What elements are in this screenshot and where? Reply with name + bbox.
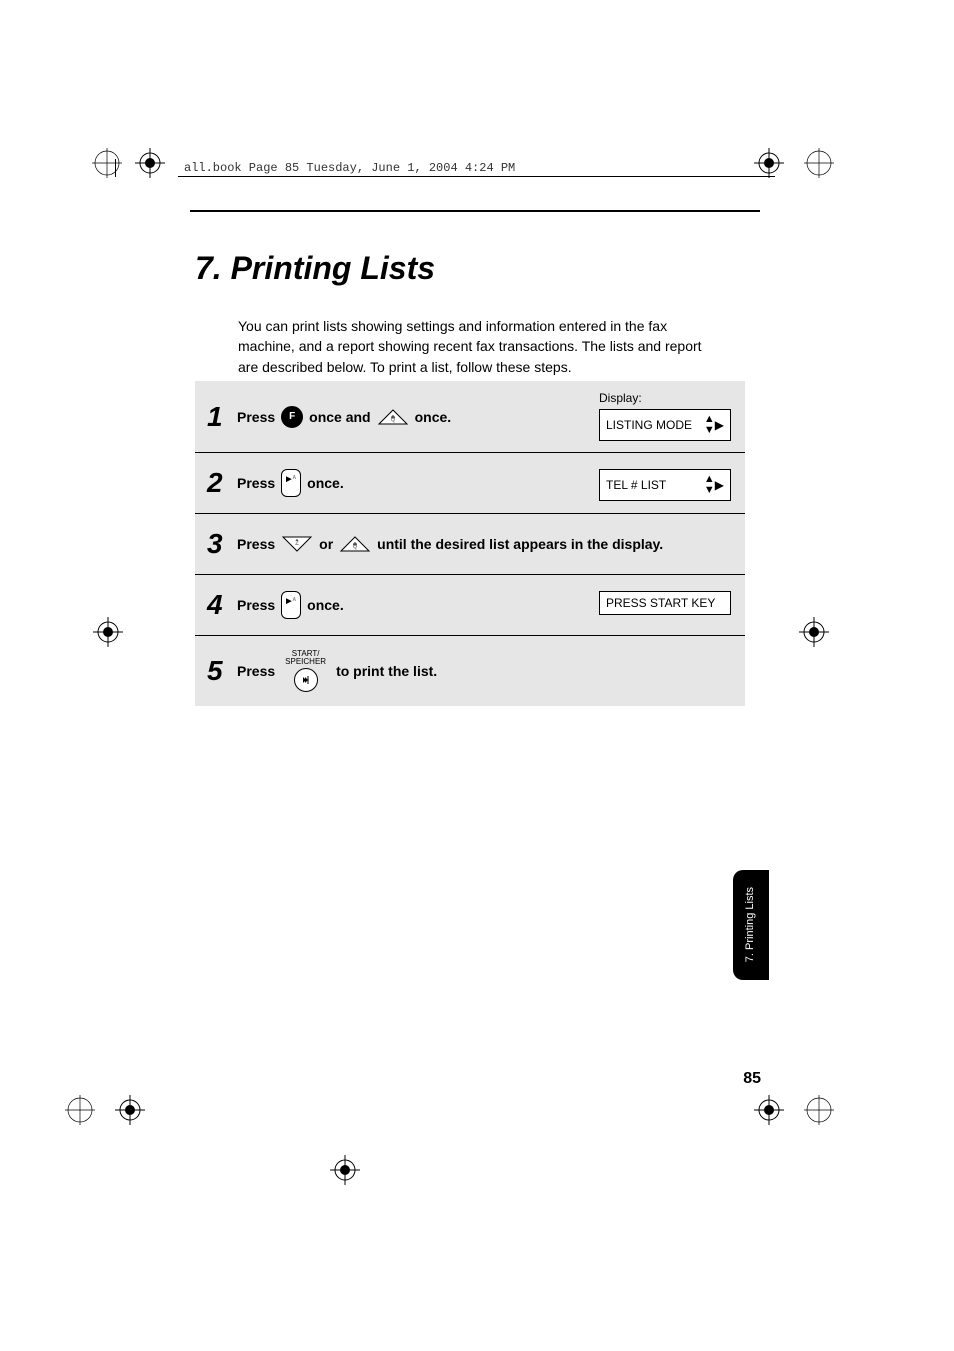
step-text: Press <box>237 409 275 425</box>
crop-mark-mid-left <box>93 617 123 647</box>
crop-mark-bot-center <box>330 1155 360 1185</box>
header-breadcrumb: all.book Page 85 Tuesday, June 1, 2004 4… <box>184 161 515 175</box>
step-number: 1 <box>207 401 237 433</box>
step-text: once and <box>309 409 370 425</box>
crop-mark-top-right-2 <box>804 148 834 178</box>
up-key-icon: Q <box>377 408 409 426</box>
step-number: 2 <box>207 467 237 499</box>
step-4: 4 Press once. PRESS START KEY <box>195 575 745 636</box>
chapter-title: 7. Printing Lists <box>195 250 435 287</box>
step-text: to print the list. <box>336 663 437 679</box>
display-box: TEL # LIST ▲▼▶ <box>599 469 731 501</box>
display-value: TEL # LIST <box>606 478 666 492</box>
step-text: Press <box>237 663 275 679</box>
step-text: once. <box>307 597 344 613</box>
thumb-tab-label: 7. Printing Lists <box>744 887 757 962</box>
down-key-icon: Z <box>281 535 313 553</box>
intro-paragraph: You can print lists showing settings and… <box>238 316 718 377</box>
page-top-rule <box>190 210 760 212</box>
step-1: 1 Press F once and Q once. Display: LIST… <box>195 381 745 453</box>
display-value: LISTING MODE <box>606 418 692 432</box>
step-text: once. <box>415 409 452 425</box>
step-text: until the desired list appears in the di… <box>377 536 663 552</box>
display-arrows-icon: ▲▼▶ <box>702 414 724 436</box>
crop-mark-bot-left <box>65 1095 95 1125</box>
display-box: LISTING MODE ▲▼▶ <box>599 409 731 441</box>
display-value: PRESS START KEY <box>606 596 715 610</box>
up-key-icon: Q <box>339 535 371 553</box>
crop-mark-bot-left-2 <box>115 1095 145 1125</box>
step-number: 3 <box>207 528 237 560</box>
step-text: or <box>319 536 333 552</box>
step-number: 5 <box>207 655 237 687</box>
start-key-icon: START/ SPEICHER <box>285 650 326 692</box>
crop-mark-mid-right <box>799 617 829 647</box>
start-key-label-2: SPEICHER <box>285 658 326 666</box>
display-arrows-icon: ▲▼▶ <box>702 474 724 496</box>
header-breadcrumb-border: all.book Page 85 Tuesday, June 1, 2004 4… <box>115 159 775 177</box>
step-text: once. <box>307 475 344 491</box>
step-5: 5 Press START/ SPEICHER to print the lis… <box>195 636 745 706</box>
display-label: Display: <box>599 391 731 405</box>
step-text: Press <box>237 475 275 491</box>
right-arrow-key-icon <box>281 591 301 619</box>
page-number: 85 <box>743 1070 761 1088</box>
svg-text:Z: Z <box>295 541 299 547</box>
thumb-tab: 7. Printing Lists <box>733 870 769 980</box>
crop-mark-bot-right <box>754 1095 784 1125</box>
step-number: 4 <box>207 589 237 621</box>
crop-mark-bot-right-2 <box>804 1095 834 1125</box>
step-text: Press <box>237 536 275 552</box>
display-box: PRESS START KEY <box>599 591 731 615</box>
steps-list: 1 Press F once and Q once. Display: LIST… <box>195 381 745 706</box>
step-2: 2 Press once. TEL # LIST ▲▼▶ <box>195 453 745 514</box>
step-text: Press <box>237 597 275 613</box>
f-key-icon: F <box>281 406 303 428</box>
right-arrow-key-icon <box>281 469 301 497</box>
step-3: 3 Press Z or Q until the desired list ap… <box>195 514 745 575</box>
